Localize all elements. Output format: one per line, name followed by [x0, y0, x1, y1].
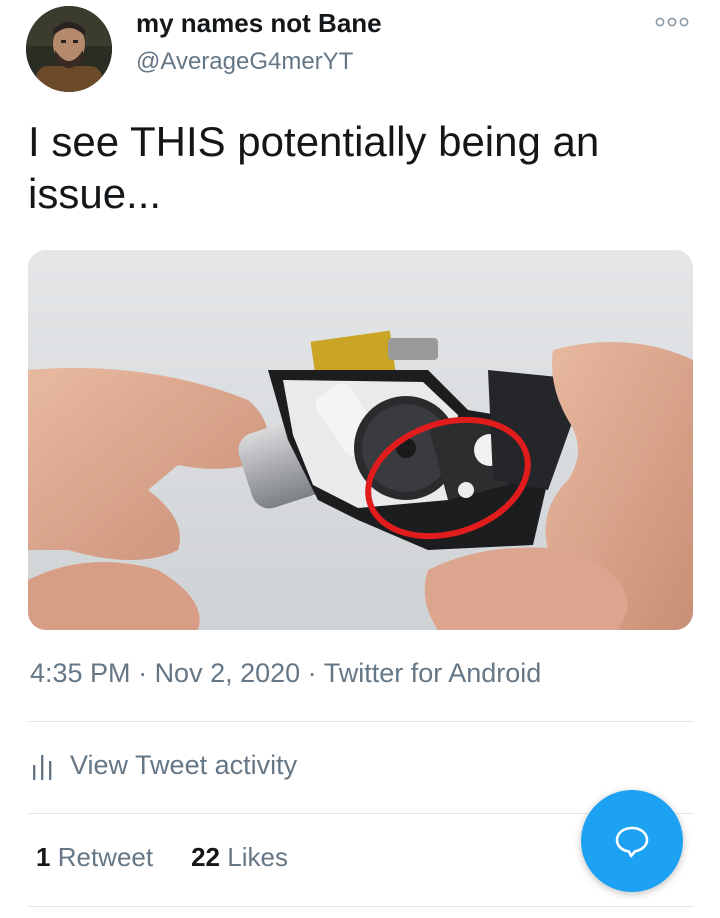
more-icon — [655, 17, 689, 27]
divider — [28, 906, 694, 907]
tweet-date: Nov 2, 2020 — [154, 658, 301, 688]
bar-chart-icon — [33, 754, 52, 780]
view-tweet-activity-label: View Tweet activity — [70, 750, 298, 780]
tweet-text: I see THIS potentially being an issue... — [28, 118, 600, 217]
speech-bubble-icon — [615, 826, 649, 858]
avatar[interactable] — [26, 6, 112, 92]
more-options-button[interactable] — [652, 10, 692, 34]
compose-reply-button[interactable] — [581, 790, 683, 892]
divider — [28, 721, 694, 722]
tweet-stats: 1 Retweet 22 Likes — [36, 842, 288, 873]
user-handle[interactable]: @AverageG4merYT — [136, 48, 353, 76]
tweet-client[interactable]: Twitter for Android — [324, 658, 542, 688]
tweet-metadata: 4:35 PM · Nov 2, 2020 · Twitter for Andr… — [30, 658, 541, 689]
tweet-time: 4:35 PM — [30, 658, 131, 688]
display-name[interactable]: my names not Bane — [136, 8, 382, 39]
likes-label: Likes — [227, 842, 288, 872]
avatar-image — [26, 6, 112, 92]
tweet-photo[interactable] — [28, 250, 693, 630]
likes-stat[interactable]: 22 Likes — [191, 842, 288, 873]
retweets-label: Retweet — [57, 842, 154, 872]
likes-count: 22 — [191, 842, 221, 872]
retweets-count: 1 — [36, 842, 51, 872]
photo-image — [28, 250, 693, 630]
separator: · — [130, 658, 155, 688]
separator: · — [300, 658, 324, 688]
retweets-stat[interactable]: 1 Retweet — [36, 842, 153, 873]
view-tweet-activity-button[interactable]: View Tweet activity — [30, 750, 297, 781]
